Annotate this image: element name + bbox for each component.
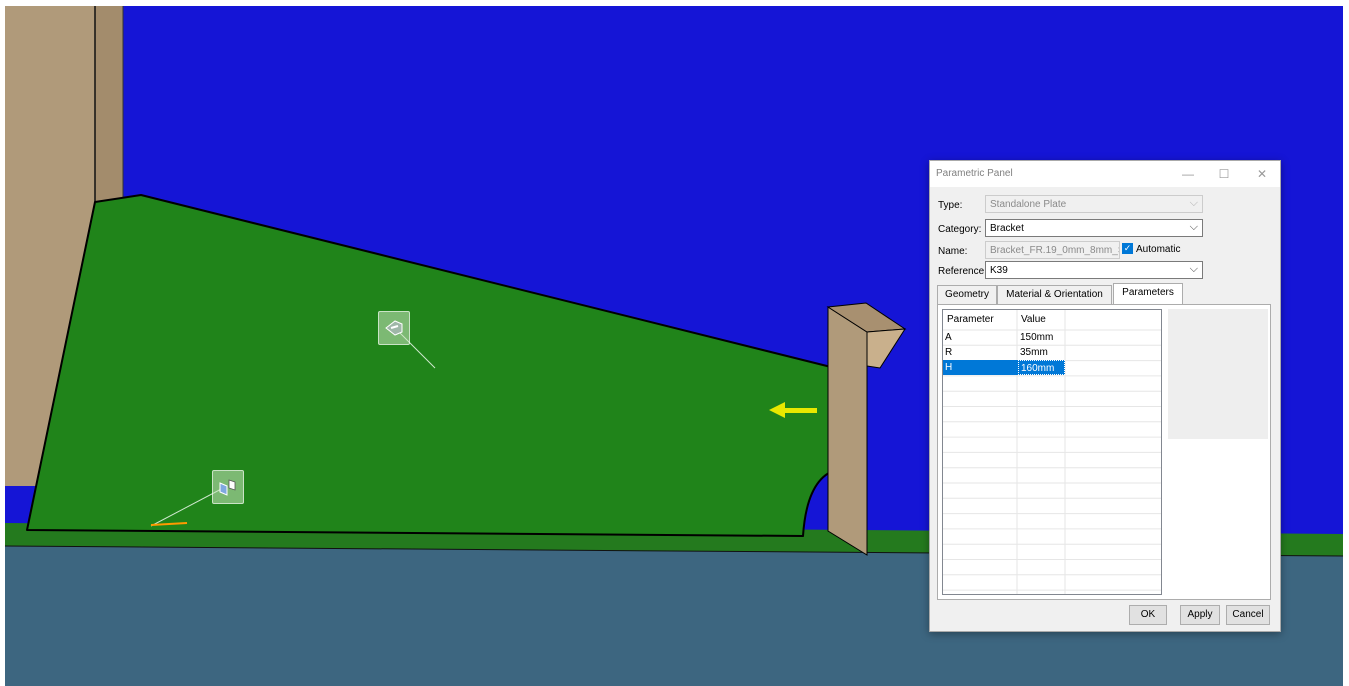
dialog-title: Parametric Panel bbox=[936, 168, 1013, 179]
category-value: Bracket bbox=[990, 223, 1024, 234]
category-select[interactable]: Bracket ⌵ bbox=[985, 219, 1203, 237]
right-stiffener-web bbox=[827, 306, 868, 556]
table-row-param[interactable]: A bbox=[943, 330, 1017, 345]
table-row-value[interactable]: 150mm bbox=[1018, 330, 1065, 345]
parametric-panel-dialog: Parametric Panel — ☐ ✕ Type: Standalone … bbox=[929, 160, 1281, 632]
table-row-value-selected[interactable]: 160mm bbox=[1018, 360, 1065, 375]
chevron-down-icon: ⌵ bbox=[1189, 263, 1198, 275]
name-value: Bracket_FR.19_0mm_8mm_Steel bbox=[990, 245, 1119, 256]
reference-label: Reference: bbox=[938, 266, 987, 277]
table-row-value[interactable]: 35mm bbox=[1018, 345, 1065, 360]
minimize-icon[interactable]: — bbox=[1174, 164, 1202, 184]
apply-button[interactable]: Apply bbox=[1180, 605, 1220, 625]
chevron-down-icon: ⌵ bbox=[1189, 197, 1198, 209]
parameters-table[interactable]: Parameter Value A 150mm R 35mm H 160mm bbox=[942, 309, 1162, 595]
ok-button[interactable]: OK bbox=[1129, 605, 1167, 625]
dialog-titlebar[interactable]: Parametric Panel — ☐ ✕ bbox=[930, 161, 1280, 187]
cancel-button[interactable]: Cancel bbox=[1226, 605, 1270, 625]
type-value: Standalone Plate bbox=[990, 199, 1067, 210]
type-label: Type: bbox=[938, 200, 963, 211]
maximize-icon[interactable]: ☐ bbox=[1210, 164, 1238, 184]
reference-value: K39 bbox=[990, 265, 1008, 276]
parameter-preview-area bbox=[1168, 309, 1268, 439]
automatic-label: Automatic bbox=[1136, 244, 1181, 255]
chevron-down-icon: ⌵ bbox=[1189, 221, 1198, 233]
table-row-param-selected[interactable]: H bbox=[943, 360, 1018, 375]
table-row-param[interactable]: R bbox=[943, 345, 1017, 360]
reference-select[interactable]: K39 ⌵ bbox=[985, 261, 1203, 279]
automatic-checkbox[interactable]: ✓ bbox=[1122, 243, 1133, 254]
parameters-panel: Parameter Value A 150mm R 35mm H 160mm bbox=[937, 304, 1271, 600]
name-field[interactable]: Bracket_FR.19_0mm_8mm_Steel bbox=[985, 241, 1120, 259]
plate-gizmo-icon[interactable] bbox=[378, 311, 410, 345]
close-icon[interactable]: ✕ bbox=[1248, 164, 1276, 184]
tab-parameters[interactable]: Parameters bbox=[1113, 283, 1183, 305]
type-select[interactable]: Standalone Plate ⌵ bbox=[985, 195, 1203, 213]
category-label: Category: bbox=[938, 224, 982, 235]
tab-material-orientation[interactable]: Material & Orientation bbox=[997, 285, 1112, 305]
name-label: Name: bbox=[938, 246, 968, 257]
tab-geometry[interactable]: Geometry bbox=[937, 285, 997, 305]
bracket-gizmo-icon[interactable] bbox=[212, 470, 244, 504]
